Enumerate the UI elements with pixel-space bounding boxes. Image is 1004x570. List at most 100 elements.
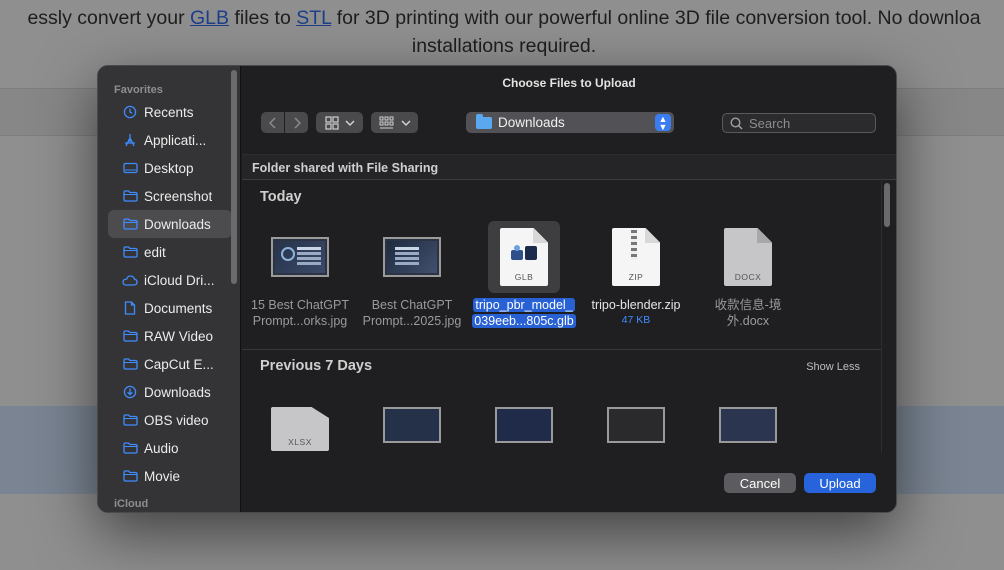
back-button[interactable]	[261, 112, 284, 133]
sidebar-item-label: Audio	[144, 440, 179, 456]
dialog-title: Choose Files to Upload	[502, 76, 636, 90]
search-field[interactable]: Search	[722, 113, 876, 133]
toolbar: Downloads ▲ ▼ Search	[242, 112, 896, 134]
file-name: tripo_pbr_model_ 039eeb...805c.glb	[468, 297, 580, 329]
file-item[interactable]: DOCX 收款信息-境 外.docx	[692, 221, 804, 329]
file-name-line: 外.docx	[726, 314, 770, 328]
section-divider	[242, 349, 882, 350]
chevron-right-icon	[293, 116, 301, 129]
file-item[interactable]: XLSX	[244, 407, 356, 451]
icon-view-button[interactable]	[316, 112, 363, 133]
chevron-down-icon	[344, 119, 355, 126]
zipper-icon	[631, 230, 637, 260]
file-item[interactable]: ZIP tripo-blender.zip 47 KB	[580, 221, 692, 326]
section-header-today: Today	[260, 189, 302, 205]
sidebar-section-favorites: Favorites	[114, 84, 163, 96]
file-item[interactable]	[692, 407, 804, 443]
image-thumbnail-icon	[495, 407, 553, 443]
sidebar-item-label: CapCut E...	[144, 356, 214, 372]
stl-link[interactable]: STL	[296, 7, 331, 29]
sidebar-item[interactable]: Movie	[108, 462, 232, 490]
bg-text-part: for 3D printing with our powerful online…	[331, 7, 981, 29]
file-name-line: 收款信息-境	[714, 298, 782, 312]
clock-icon	[122, 104, 138, 120]
sidebar-item-label: Documents	[144, 300, 213, 316]
sidebar-item[interactable]: OBS video	[108, 406, 232, 434]
group-grid-icon	[379, 116, 393, 128]
up-down-chevron-icon: ▲ ▼	[655, 114, 671, 132]
show-less-button[interactable]: Show Less	[806, 361, 860, 373]
bg-text-part: installations required.	[411, 35, 597, 57]
location-label: Downloads	[498, 115, 565, 130]
sidebar-item-label: iCloud Dri...	[144, 272, 215, 288]
search-icon	[730, 116, 743, 130]
zip-file-icon: ZIP	[612, 228, 660, 286]
file-name: 收款信息-境 外.docx	[692, 297, 804, 329]
sidebar-item-label: Movie	[144, 468, 181, 484]
sidebar-item[interactable]: Applicati...	[108, 126, 232, 154]
desktop-icon	[122, 160, 138, 176]
file-list: Today 15 Best ChatGPT Prompt...orks.jpg B…	[242, 181, 896, 453]
sidebar-item[interactable]: edit	[108, 238, 232, 266]
sidebar-item[interactable]: RAW Video	[108, 322, 232, 350]
bg-text-part: essly convert your	[27, 7, 190, 29]
background-description: essly convert your GLB files to STL for …	[0, 4, 1004, 60]
file-ext-label: XLSX	[288, 437, 312, 447]
sidebar-item[interactable]: Downloads	[108, 210, 232, 238]
group-view-button[interactable]	[371, 112, 418, 133]
folder-icon	[476, 113, 492, 129]
file-name-line: 15 Best ChatGPT	[251, 298, 349, 312]
file-ext-label: ZIP	[628, 272, 644, 282]
folder-icon	[122, 468, 138, 484]
file-size: 47 KB	[621, 314, 651, 326]
glb-link[interactable]: GLB	[190, 7, 229, 29]
model-preview-icon	[511, 245, 537, 260]
file-name-line: tripo_pbr_model_	[473, 298, 575, 312]
section-header-previous-7-days: Previous 7 Days	[260, 358, 373, 374]
file-picker-dialog: Favorites Recents Applicati... Desktop Scre…	[97, 65, 897, 513]
image-thumbnail-icon	[607, 407, 665, 443]
file-item[interactable]: Best ChatGPT Prompt...2025.jpg	[356, 221, 468, 329]
search-placeholder: Search	[749, 115, 791, 131]
sidebar-item[interactable]: Documents	[108, 294, 232, 322]
sidebar-item[interactable]: Audio	[108, 434, 232, 462]
sidebar-item[interactable]: Screenshot	[108, 182, 232, 210]
apps-icon	[122, 132, 138, 148]
sidebar-item-label: Downloads	[144, 384, 211, 400]
forward-button[interactable]	[285, 112, 308, 133]
file-item-selected[interactable]: GLB tripo_pbr_model_ 039eeb...805c.glb	[468, 221, 580, 329]
page-fold	[757, 228, 772, 243]
sidebar-item[interactable]: Downloads	[108, 378, 232, 406]
file-browser: Choose Files to Upload Downloads ▲ ▼ Sea…	[242, 66, 896, 512]
page-fold	[645, 228, 660, 243]
sidebar-item[interactable]: iCloud Dri...	[108, 266, 232, 294]
file-name-line: tripo-blender.zip	[591, 298, 681, 312]
file-item[interactable]: 15 Best ChatGPT Prompt...orks.jpg	[244, 221, 356, 329]
image-thumbnail-icon	[271, 237, 329, 277]
chevron-down-icon	[400, 119, 411, 126]
folder-icon	[122, 328, 138, 344]
sidebar-scrollbar[interactable]	[231, 70, 237, 284]
file-item[interactable]	[468, 407, 580, 443]
location-popup[interactable]: Downloads ▲ ▼	[466, 112, 674, 133]
docx-file-icon: DOCX	[724, 228, 772, 286]
sidebar-item-label: edit	[144, 244, 166, 260]
folder-icon	[122, 356, 138, 372]
file-item[interactable]	[580, 407, 692, 443]
file-list-scrollbar[interactable]	[884, 183, 890, 227]
sidebar-item[interactable]: Recents	[108, 98, 232, 126]
image-thumbnail-icon	[719, 407, 777, 443]
sidebar-item-label: Screenshot	[144, 188, 213, 204]
grid-icon	[324, 115, 339, 130]
cancel-button[interactable]: Cancel	[724, 473, 796, 493]
glb-file-icon: GLB	[500, 228, 548, 286]
upload-button[interactable]: Upload	[804, 473, 876, 493]
folder-icon	[122, 188, 138, 204]
sidebar-item[interactable]: Desktop	[108, 154, 232, 182]
file-item[interactable]	[356, 407, 468, 443]
xlsx-file-icon: XLSX	[271, 407, 329, 451]
file-name: tripo-blender.zip	[580, 297, 692, 313]
file-thumbnail: ZIP	[600, 221, 672, 293]
file-name: 15 Best ChatGPT Prompt...orks.jpg	[244, 297, 356, 329]
sidebar-item[interactable]: CapCut E...	[108, 350, 232, 378]
